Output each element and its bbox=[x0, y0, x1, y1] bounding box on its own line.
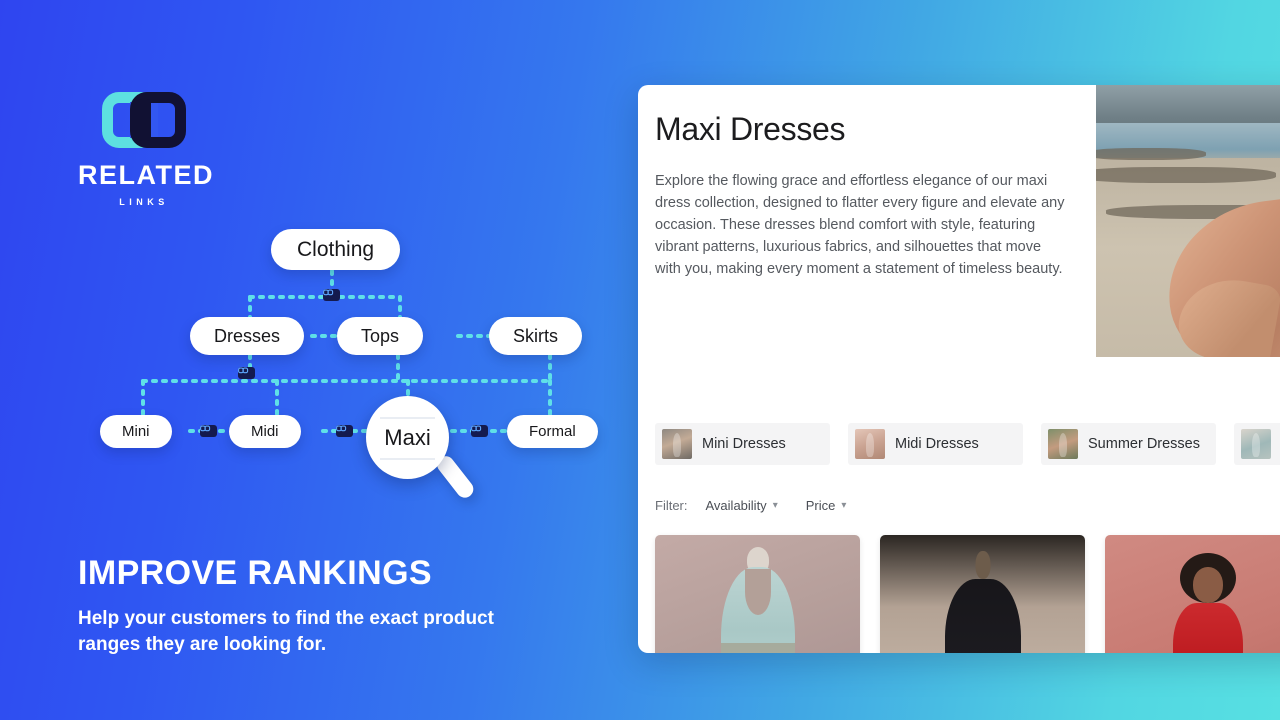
filter-availability[interactable]: Availability ▾ bbox=[706, 498, 778, 513]
brand-logo: RELATED LINKS bbox=[78, 92, 214, 207]
brand-subtitle: LINKS bbox=[119, 197, 169, 207]
hero-rock-1 bbox=[1096, 166, 1276, 183]
panel-header-row: Maxi Dresses Explore the flowing grace a… bbox=[638, 85, 1280, 357]
chevron-down-icon: ▾ bbox=[841, 500, 847, 511]
product-dress bbox=[1172, 603, 1243, 653]
tree-node-clothing[interactable]: Clothing bbox=[271, 229, 401, 270]
product-card[interactable] bbox=[1105, 535, 1280, 653]
logo-inner-bar bbox=[138, 99, 151, 141]
filter-price[interactable]: Price ▾ bbox=[806, 498, 847, 513]
chip-thumbnail-icon bbox=[662, 429, 692, 459]
filter-availability-label: Availability bbox=[705, 498, 767, 513]
chip-label: Mini Dresses bbox=[702, 436, 786, 452]
chip-thumbnail-icon bbox=[1048, 429, 1078, 459]
subcategory-chip[interactable]: Mini Dresses bbox=[655, 423, 830, 465]
panel-text-block: Maxi Dresses Explore the flowing grace a… bbox=[638, 85, 1096, 357]
poster-canvas: RELATED LINKS Clothing Dresses Tops Skir… bbox=[0, 0, 1280, 720]
link-chain-icon-5 bbox=[471, 425, 488, 437]
tree-node-label: Dresses bbox=[214, 325, 281, 346]
tree-node-label: Skirts bbox=[513, 325, 558, 346]
subcategory-chip[interactable]: Midi Dresses bbox=[848, 423, 1023, 465]
tree-node-maxi[interactable]: Maxi bbox=[369, 415, 445, 448]
filter-label: Filter: bbox=[655, 498, 688, 513]
chevron-down-icon: ▾ bbox=[772, 500, 778, 511]
tree-node-label: Maxi bbox=[391, 423, 423, 440]
product-vneck bbox=[744, 569, 771, 615]
filter-price-label: Price bbox=[805, 498, 836, 513]
interlocking-squares-logo-icon bbox=[102, 92, 186, 148]
product-card[interactable] bbox=[880, 535, 1085, 653]
chip-thumbnail-icon bbox=[855, 429, 885, 459]
product-belt bbox=[720, 643, 795, 653]
storefront-preview-panel: Maxi Dresses Explore the flowing grace a… bbox=[638, 85, 1280, 653]
hero-rock-3 bbox=[1096, 147, 1206, 160]
tree-node-dresses[interactable]: Dresses bbox=[190, 317, 305, 355]
product-card[interactable] bbox=[655, 535, 860, 653]
chip-label: Summer Dresses bbox=[1088, 436, 1200, 452]
filter-bar: Filter: Availability ▾ Price ▾ Sort bbox=[638, 498, 1280, 513]
page-title: Maxi Dresses bbox=[655, 111, 846, 147]
tree-node-midi[interactable]: Midi bbox=[229, 415, 301, 448]
category-tree-diagram: Clothing Dresses Tops Skirts Mini Midi M… bbox=[0, 215, 640, 515]
tree-node-label: Midi bbox=[251, 423, 279, 440]
page-description: Explore the flowing grace and effortless… bbox=[655, 173, 1065, 278]
product-grid bbox=[638, 535, 1280, 653]
hero-image bbox=[1096, 85, 1280, 357]
model-face bbox=[1192, 567, 1223, 603]
product-dress bbox=[944, 579, 1021, 653]
chip-label: Midi Dresses bbox=[895, 436, 979, 452]
chip-thumbnail-icon bbox=[1241, 429, 1271, 459]
tree-node-tops[interactable]: Tops bbox=[337, 317, 424, 355]
tree-node-label: Mini bbox=[122, 423, 150, 440]
subcategory-chip-row: Mini Dresses Midi Dresses Summer Dresses… bbox=[638, 405, 1280, 465]
link-chain-icon-2 bbox=[238, 367, 255, 379]
tree-node-label: Formal bbox=[529, 423, 576, 440]
brand-name: RELATED bbox=[78, 160, 214, 190]
tree-node-label: Tops bbox=[361, 325, 400, 346]
link-chain-icon-1 bbox=[323, 289, 340, 301]
tree-node-skirts[interactable]: Skirts bbox=[489, 317, 582, 355]
headline-block: IMPROVE RANKINGS Help your customers to … bbox=[78, 554, 548, 657]
tree-node-label: Clothing bbox=[297, 237, 375, 261]
subcategory-chip[interactable]: Formal bbox=[1234, 423, 1280, 465]
headline-title: IMPROVE RANKINGS bbox=[78, 554, 432, 592]
headline-body: Help your customers to find the exact pr… bbox=[78, 608, 494, 655]
subcategory-chip[interactable]: Summer Dresses bbox=[1041, 423, 1216, 465]
product-neck bbox=[975, 551, 990, 579]
tree-node-formal[interactable]: Formal bbox=[507, 415, 598, 448]
link-chain-icon-3 bbox=[200, 425, 217, 437]
tree-node-mini[interactable]: Mini bbox=[100, 415, 172, 448]
link-chain-icon-4 bbox=[336, 425, 353, 437]
